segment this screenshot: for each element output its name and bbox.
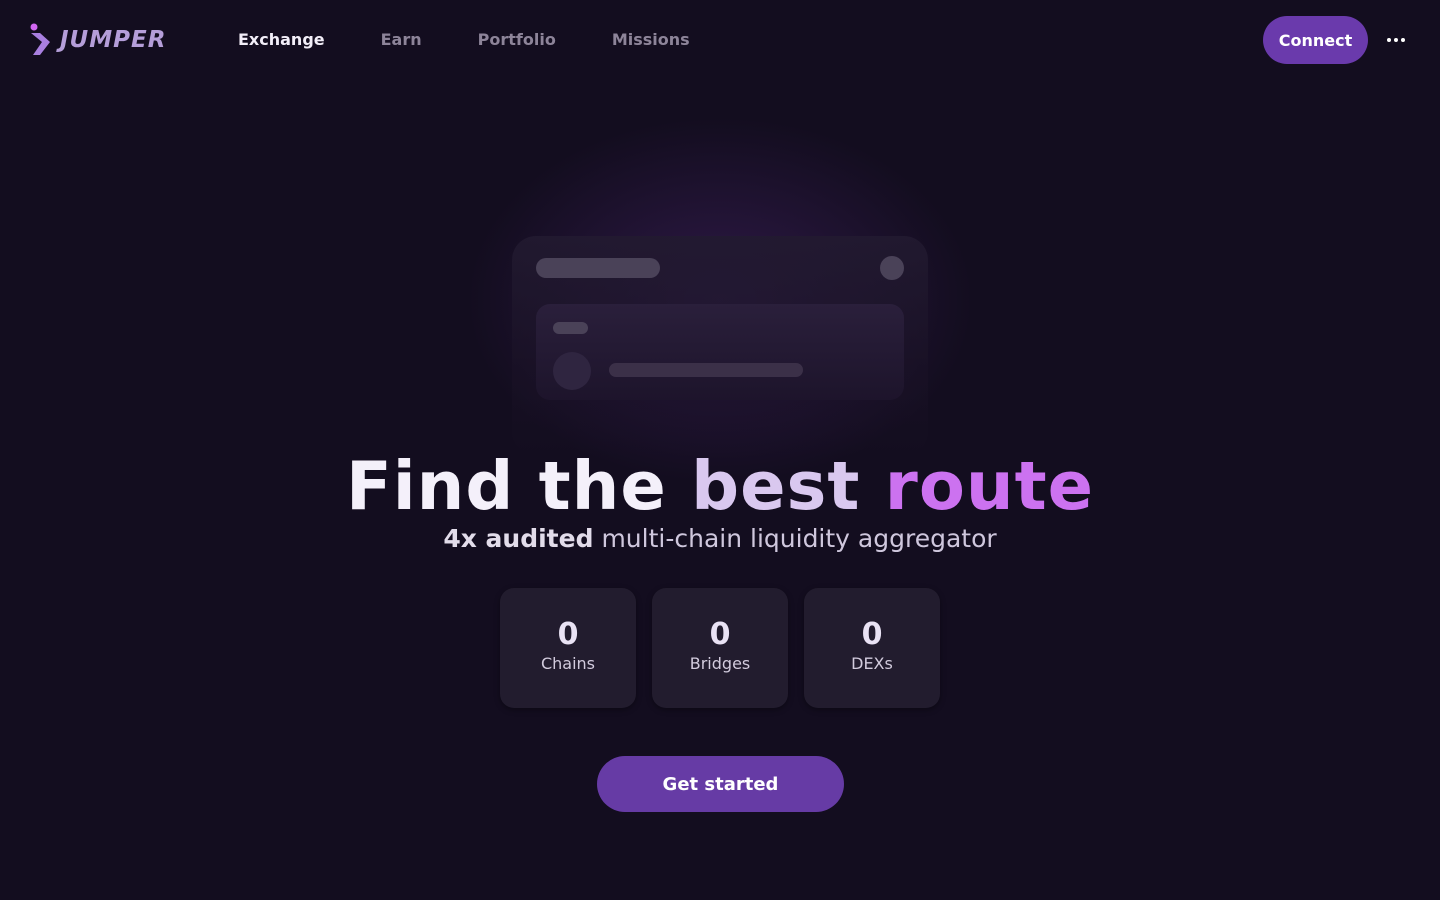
hero-subtitle: 4x audited multi-chain liquidity aggrega… [0,522,1440,556]
stat-value: 0 [557,617,579,652]
logo-wordmark: JUMPER [60,27,167,53]
hero-title-part2: best [691,447,861,525]
widget-preview [512,236,928,456]
stats-row: 0 Chains 0 Bridges 0 DEXs [500,588,940,708]
nav-exchange[interactable]: Exchange [210,27,353,53]
get-started-button[interactable]: Get started [597,756,844,812]
landing-page: JUMPER Exchange Earn Portfolio Missions … [0,0,1440,900]
skeleton-title [536,258,660,278]
stat-value: 0 [861,617,883,652]
connect-wallet-button[interactable]: Connect [1263,16,1368,64]
stat-card-chains: 0 Chains [500,588,636,708]
main-nav: Exchange Earn Portfolio Missions [210,27,718,53]
jumper-logo[interactable]: JUMPER [28,22,166,58]
skeleton-label [553,322,588,334]
jumper-logo-icon [30,23,50,55]
hero-title: Find the best route [0,446,1440,526]
nav-portfolio[interactable]: Portfolio [450,27,584,53]
nav-earn[interactable]: Earn [353,27,450,53]
hero-subtitle-rest: multi-chain liquidity aggregator [601,524,997,553]
nav-missions[interactable]: Missions [584,27,718,53]
more-horizontal-icon[interactable] [1378,24,1414,56]
stat-label: Bridges [689,654,751,673]
stat-value: 0 [709,617,731,652]
skeleton-token-avatar [553,352,591,390]
hero-title-part3: route [884,447,1095,525]
skeleton-card [536,304,904,400]
stat-card-dexs: 0 DEXs [804,588,940,708]
stat-label: Chains [540,654,596,673]
stat-card-bridges: 0 Bridges [652,588,788,708]
top-navigation: JUMPER Exchange Earn Portfolio Missions … [0,0,1440,80]
skeleton-settings [880,256,904,280]
skeleton-token-name [609,363,803,377]
hero-subtitle-bold: 4x audited [443,524,594,553]
stat-label: DEXs [851,654,893,673]
hero-title-part1: Find the [345,447,667,525]
